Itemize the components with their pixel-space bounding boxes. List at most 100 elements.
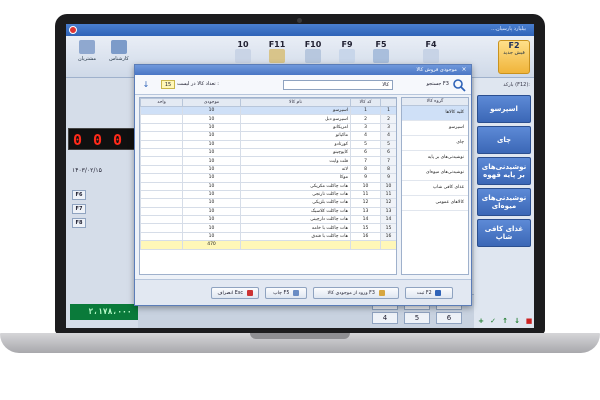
cell-name: امریکانو (240, 122, 351, 133)
close-icon[interactable]: × (460, 66, 468, 74)
category-fruit-drinks[interactable]: نوشیدنی‌های میوه‌ای (477, 188, 531, 216)
display-digit: 0 (113, 131, 123, 149)
group-item[interactable]: غذای کافی شاپ (402, 181, 468, 196)
group-item[interactable]: نوشیدنی‌های بر پایه (402, 151, 468, 166)
table-row[interactable]: 10 امریکانو 3 3 (140, 122, 396, 133)
stock-dialog: موجودی فروش کالا × ↓ 15 تعداد کالا در لی… (134, 64, 472, 306)
check-icon[interactable]: ✓ (488, 316, 498, 326)
table-row[interactable]: 10 هات چاکلت کلاسیک 13 13 (140, 206, 396, 217)
cancel-button[interactable]: انصراف Esc (211, 287, 259, 299)
cell-name: ماکیاتو (240, 131, 351, 141)
column-header-name[interactable]: نام کالا (240, 98, 351, 107)
arrow-down-icon[interactable]: ↓ (141, 80, 151, 90)
users-icon (79, 40, 95, 54)
column-header-unit[interactable]: واحد (140, 98, 183, 107)
cell-code: 9 (350, 173, 381, 183)
cell-unit (140, 215, 183, 225)
save-button[interactable]: ثبت F2 (405, 287, 453, 299)
table-row[interactable]: 10 هات چاکلت با فندق 16 16 (140, 231, 396, 242)
group-item[interactable]: نوشیدنی‌های میوه‌ای (402, 166, 468, 181)
cell-unit (140, 147, 183, 158)
table-row[interactable]: 10 هات چاکلت مکزیکی 10 10 (140, 181, 396, 191)
ribbon-button-customers[interactable]: مشتریان (72, 40, 102, 74)
key-5[interactable]: 5 (404, 312, 430, 324)
table-row[interactable]: 10 کاپوچینو 6 6 (140, 147, 396, 158)
table-row[interactable]: 10 هات چاکلت نارنجی 11 11 (140, 189, 396, 200)
search-icon[interactable] (452, 78, 466, 92)
cell-code: 10 (350, 181, 381, 191)
group-item[interactable]: کلیه کالاها (402, 106, 468, 121)
f6-key[interactable]: F6 (72, 190, 86, 200)
delete-icon[interactable]: ■ (524, 316, 534, 326)
cell-rownum: 10 (380, 181, 396, 191)
table-row[interactable]: 10 هات چاکلت دارچینی 14 14 (140, 215, 396, 225)
cell-code: 6 (350, 147, 381, 158)
cell-unit (140, 156, 183, 166)
left-panel: 0 0 0 ۱۴۰۳/۰۲/۱۵ F6 F7 F8 (66, 78, 138, 328)
cell-name (240, 240, 351, 250)
cancel-icon (246, 289, 253, 296)
table-row[interactable]: 10 هات چاکلت بلژیکی 12 12 (140, 198, 396, 208)
f7-key[interactable]: F7 (72, 204, 86, 214)
plus-icon[interactable]: + (476, 316, 486, 326)
cell-unit (140, 122, 183, 133)
key-4[interactable]: 4 (372, 312, 398, 324)
cell-rownum: 4 (380, 131, 396, 141)
table-row[interactable]: 10 کورتادو 5 5 (140, 139, 396, 149)
cell-stock: 10 (182, 231, 241, 242)
cell-code: 16 (350, 231, 381, 242)
category-cafe-food[interactable]: غذای کافی شاپ (477, 219, 531, 247)
keyboard-icon (235, 49, 251, 63)
category-coffee-drinks[interactable]: نوشیدنی‌های بر پایه قهوه (477, 157, 531, 185)
printer-icon (373, 49, 389, 63)
group-item[interactable]: کالاهای عمومی (402, 196, 468, 211)
arrow-up-icon[interactable]: ↑ (500, 316, 510, 326)
table-row[interactable]: 10 هات چاکلت با خامه 15 15 (140, 223, 396, 233)
table-row[interactable]: 10 موکا 9 9 (140, 173, 396, 183)
column-header-stock[interactable]: موجودی (182, 98, 241, 107)
import-stock-button[interactable]: ورود از موجودی کالا F3 (313, 287, 399, 299)
cell-code: 2 (350, 114, 381, 124)
cell-code: 12 (350, 198, 381, 208)
table-row[interactable]: 10 اسپرسو 1 1 (140, 105, 396, 116)
group-list-header: گروه کالا (402, 98, 468, 106)
cell-unit (140, 198, 183, 208)
arrow-down-icon[interactable]: ↓ (512, 316, 522, 326)
category-tea[interactable]: چای (477, 126, 531, 154)
save-icon (435, 289, 442, 296)
cell-stock: 10 (182, 181, 241, 191)
key-6[interactable]: 6 (436, 312, 462, 324)
cell-unit (140, 181, 183, 191)
search-input[interactable] (283, 80, 393, 90)
print-button[interactable]: چاپ F5 (265, 287, 307, 299)
cell-unit (140, 206, 183, 217)
cell-stock: 10 (182, 173, 241, 183)
category-espresso[interactable]: اسپرسو (477, 95, 531, 123)
ribbon-button-staff[interactable]: کارشناس (104, 40, 134, 74)
table-row[interactable]: 10 فلت وایت 7 7 (140, 156, 396, 166)
category-sidebar: بارکد (F12): اسپرسو چای نوشیدنی‌های بر پ… (474, 78, 534, 328)
cell-name: اسپرسو (240, 105, 351, 116)
cell-unit (140, 139, 183, 149)
table-total-row: 470 (140, 240, 396, 250)
barcode-label: بارکد (F12): (503, 82, 530, 88)
list-icon (423, 49, 439, 63)
laptop-frame: ...بیلیارد پارسیان مشتریان کارشناس 10 F1… (0, 0, 600, 400)
table-row[interactable]: 10 لاته 8 8 (140, 164, 396, 175)
cell-rownum: 6 (380, 147, 396, 158)
table-row[interactable]: 10 اسپرسو دبل 2 2 (140, 114, 396, 124)
cell-code: 7 (350, 156, 381, 166)
table-row[interactable]: 10 ماکیاتو 4 4 (140, 131, 396, 141)
new-invoice-button[interactable]: F2 فیش جدید (498, 40, 530, 74)
cell-rownum: 13 (380, 206, 396, 217)
column-header-code[interactable]: کد کالا (350, 98, 381, 107)
cell-name: هات چاکلت دارچینی (240, 215, 351, 225)
group-item[interactable]: اسپرسو (402, 121, 468, 136)
cell-rownum: 1 (380, 105, 396, 116)
cell-unit (140, 164, 183, 175)
f8-key[interactable]: F8 (72, 218, 86, 228)
search-row: ↓ 15 تعداد کالا در لیست : جستجو F3 (135, 75, 471, 95)
cell-stock: 10 (182, 189, 241, 200)
group-item[interactable]: چای (402, 136, 468, 151)
cell-stock: 10 (182, 198, 241, 208)
